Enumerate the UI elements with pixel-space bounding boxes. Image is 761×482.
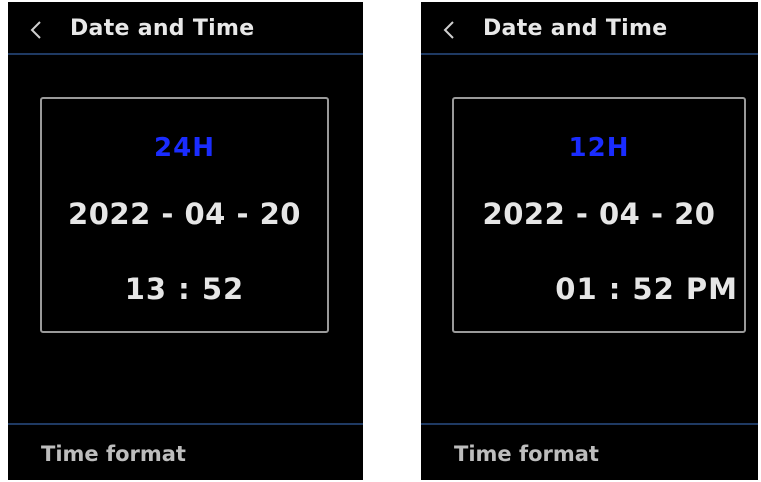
time-format-value: 12H xyxy=(568,133,630,163)
page-title: Date and Time xyxy=(70,16,255,41)
time-value: 01 : 52 PM xyxy=(555,272,738,306)
page-title: Date and Time xyxy=(483,16,668,41)
chevron-left-icon[interactable] xyxy=(26,19,48,41)
time-format-value: 24H xyxy=(154,133,215,163)
footer-divider xyxy=(8,423,363,425)
time-preview-card[interactable]: 12H 2022 - 04 - 20 01 : 52 PM xyxy=(452,97,746,333)
date-value: 2022 - 04 - 20 xyxy=(482,197,716,231)
header: Date and Time xyxy=(8,2,363,54)
time-format-setting[interactable]: Time format xyxy=(454,442,599,466)
header: Date and Time xyxy=(421,2,758,54)
time-value: 13 : 52 xyxy=(124,272,245,306)
date-value: 2022 - 04 - 20 xyxy=(68,197,301,231)
time-preview-card[interactable]: 24H 2022 - 04 - 20 13 : 52 xyxy=(40,97,329,333)
footer-divider xyxy=(421,423,758,425)
header-divider xyxy=(421,53,758,55)
screen-12h: Date and Time 12H 2022 - 04 - 20 01 : 52… xyxy=(421,2,758,480)
header-divider xyxy=(8,53,363,55)
screen-24h: Date and Time 24H 2022 - 04 - 20 13 : 52… xyxy=(8,2,363,480)
time-format-setting[interactable]: Time format xyxy=(41,442,186,466)
chevron-left-icon[interactable] xyxy=(439,19,461,41)
